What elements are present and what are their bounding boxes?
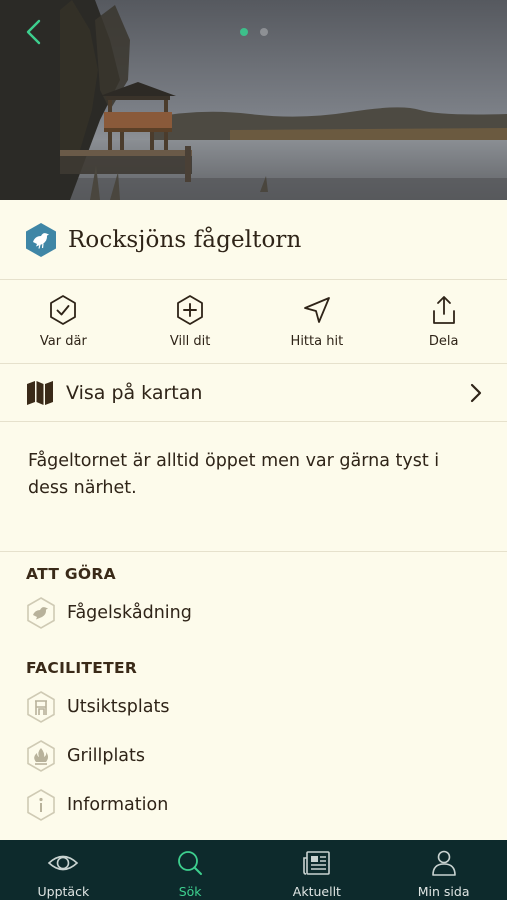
carousel-indicator <box>240 28 268 36</box>
section-title-facilities: FACILITETER <box>26 659 138 677</box>
carousel-dot[interactable] <box>260 28 268 36</box>
divider <box>0 551 507 552</box>
nav-news[interactable]: Aktuellt <box>254 840 381 900</box>
section-title-todo: ATT GÖRA <box>26 565 116 583</box>
feature-bird-watching: Fågelskådning <box>26 597 192 629</box>
chevron-left-icon <box>26 19 41 45</box>
news-icon <box>303 851 330 875</box>
search-icon <box>178 851 203 875</box>
show-on-map-row[interactable]: Visa på kartan <box>0 364 507 422</box>
plus-hexagon-icon <box>177 295 204 325</box>
carousel-dot-active[interactable] <box>240 28 248 36</box>
nav-news-label: Aktuellt <box>292 884 341 899</box>
feature-viewpoint: Utsiktsplats <box>26 691 169 723</box>
page-title: Rocksjöns fågeltorn <box>68 226 302 253</box>
share-label: Dela <box>428 334 459 349</box>
back-button[interactable] <box>22 18 46 46</box>
been-there-button[interactable]: Var där <box>0 280 127 363</box>
map-icon <box>27 380 53 405</box>
bird-watching-icon <box>27 597 55 629</box>
been-there-label: Var där <box>39 334 87 349</box>
nav-my-page-label: Min sida <box>417 884 470 899</box>
check-hexagon-icon <box>50 295 77 325</box>
place-description: Fågeltornet är alltid öppet men var gärn… <box>28 451 440 498</box>
directions-button[interactable]: Hitta hit <box>254 280 381 363</box>
feature-label: Fågelskådning <box>67 603 192 623</box>
nav-my-page[interactable]: Min sida <box>380 840 507 900</box>
feature-label: Grillplats <box>67 746 146 766</box>
place-header: Rocksjöns fågeltorn <box>0 200 507 280</box>
share-button[interactable]: Dela <box>380 280 507 363</box>
feature-grill: Grillplats <box>26 740 145 772</box>
user-icon <box>431 850 456 876</box>
grill-icon <box>27 740 55 772</box>
nav-search-label: Sök <box>178 884 202 899</box>
want-to-go-button[interactable]: Vill dit <box>127 280 254 363</box>
info-icon <box>27 789 55 821</box>
nav-discover[interactable]: Upptäck <box>0 840 127 900</box>
feature-label: Utsiktsplats <box>67 697 170 717</box>
nav-search[interactable]: Sök <box>127 840 254 900</box>
bird-badge-icon <box>26 222 56 257</box>
nav-discover-label: Upptäck <box>37 884 90 899</box>
bottom-navigation: Upptäck Sök Aktuellt Min sida <box>0 840 507 900</box>
feature-information: Information <box>26 789 168 821</box>
want-to-go-label: Vill dit <box>169 334 211 349</box>
eye-icon <box>48 855 79 871</box>
show-on-map-label: Visa på kartan <box>66 381 203 404</box>
navigation-arrow-icon <box>303 297 330 323</box>
action-bar: Var där Vill dit Hitta hit Dela <box>0 280 507 364</box>
share-icon <box>432 296 455 324</box>
hero-image[interactable] <box>0 0 507 200</box>
chevron-right-icon <box>470 383 482 402</box>
viewpoint-icon <box>27 691 55 723</box>
feature-label: Information <box>67 795 169 815</box>
directions-label: Hitta hit <box>290 334 344 349</box>
